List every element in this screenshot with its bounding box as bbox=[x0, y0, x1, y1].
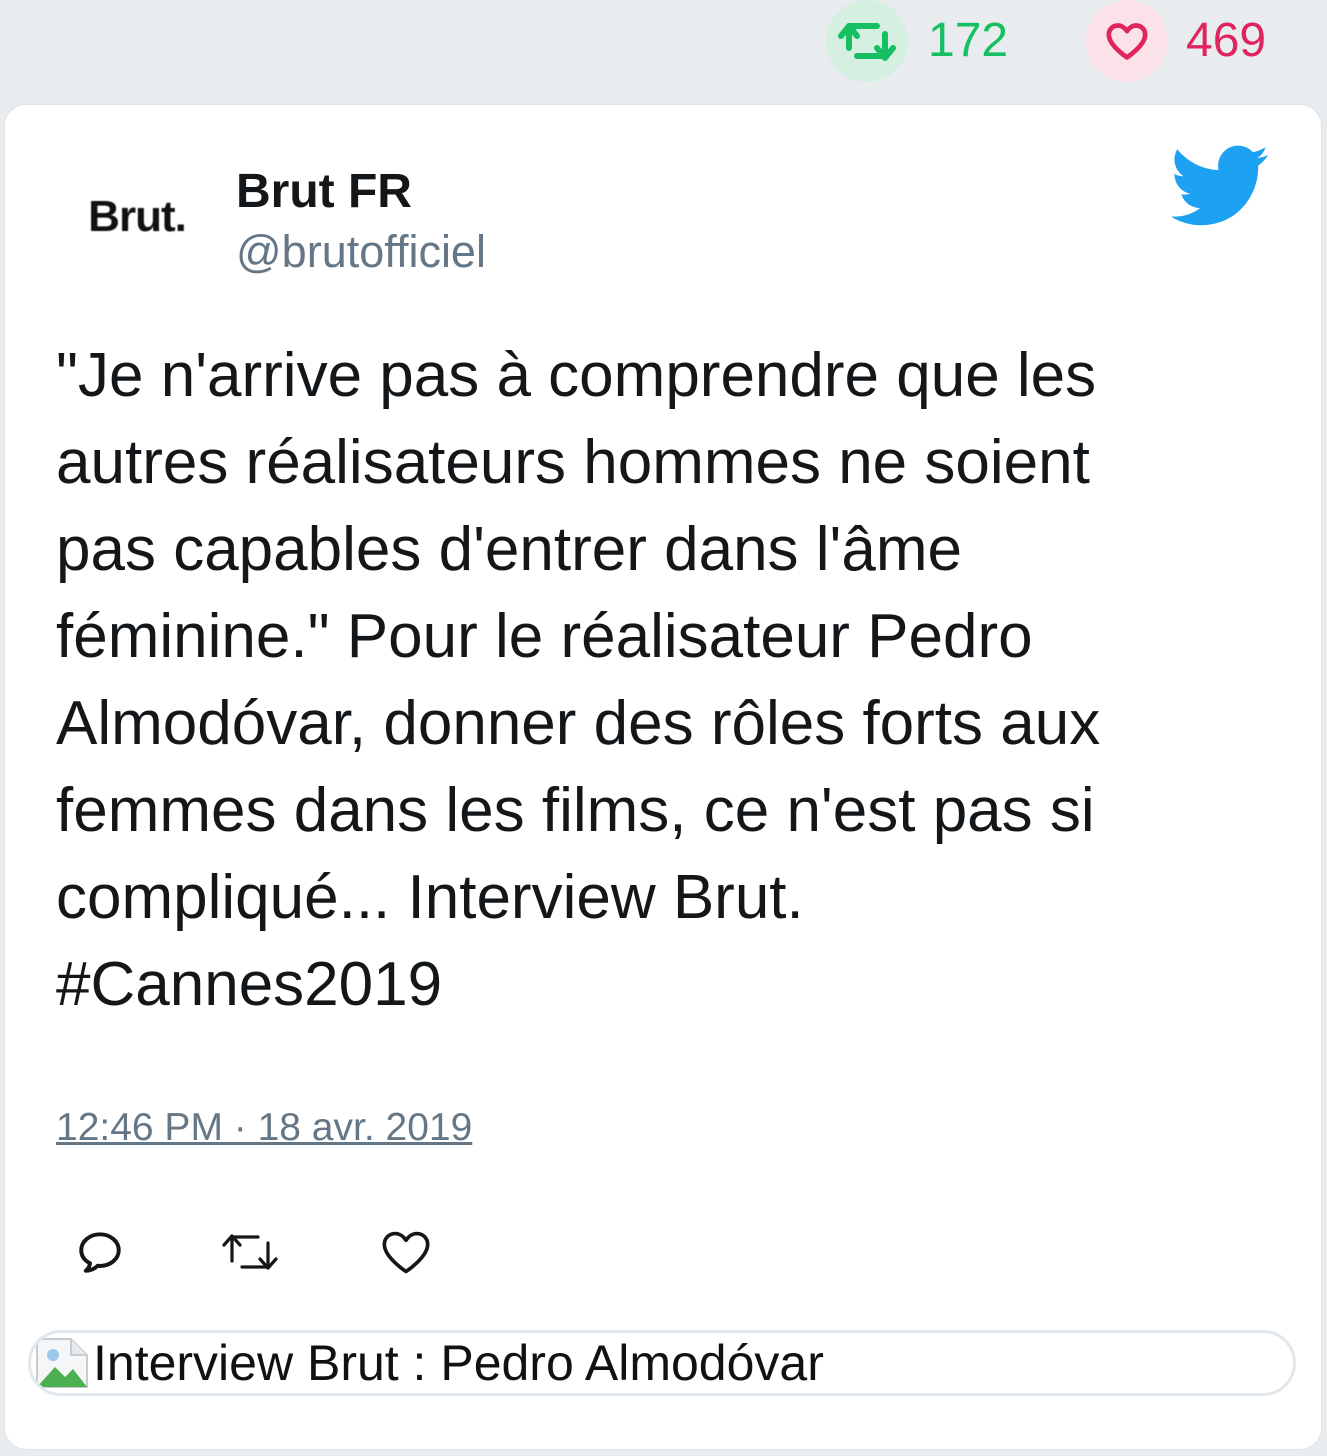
tweet-text: "Je n'arrive pas à comprendre que les au… bbox=[56, 341, 1101, 1019]
retweet-icon bbox=[838, 23, 896, 61]
twitter-bird-icon[interactable] bbox=[1172, 144, 1270, 228]
like-count: 469 bbox=[1186, 14, 1267, 67]
avatar[interactable]: Brut. bbox=[78, 172, 196, 262]
tweet-timestamp[interactable]: 12:46 PM · 18 avr. 2019 bbox=[56, 1106, 472, 1150]
author-handle[interactable]: @brutofficiel bbox=[236, 226, 486, 278]
link-preview-title: Interview Brut : Pedro Almodóvar bbox=[93, 1335, 824, 1391]
like-stat-button[interactable] bbox=[1086, 0, 1168, 82]
retweet-button[interactable] bbox=[220, 1222, 280, 1282]
link-preview-card[interactable]: Interview Brut : Pedro Almodóvar bbox=[28, 1330, 1296, 1396]
author-name[interactable]: Brut FR bbox=[236, 164, 412, 219]
engagement-stats: 172 469 bbox=[0, 0, 1327, 100]
heart-icon bbox=[1106, 23, 1148, 60]
like-icon bbox=[382, 1231, 430, 1274]
retweet-stat-button[interactable] bbox=[826, 0, 908, 82]
reply-button[interactable] bbox=[70, 1222, 130, 1282]
reply-icon bbox=[79, 1232, 121, 1273]
retweet-icon bbox=[222, 1234, 278, 1270]
like-button[interactable] bbox=[376, 1222, 436, 1282]
broken-image-icon bbox=[36, 1338, 88, 1388]
retweet-count: 172 bbox=[928, 14, 1009, 67]
